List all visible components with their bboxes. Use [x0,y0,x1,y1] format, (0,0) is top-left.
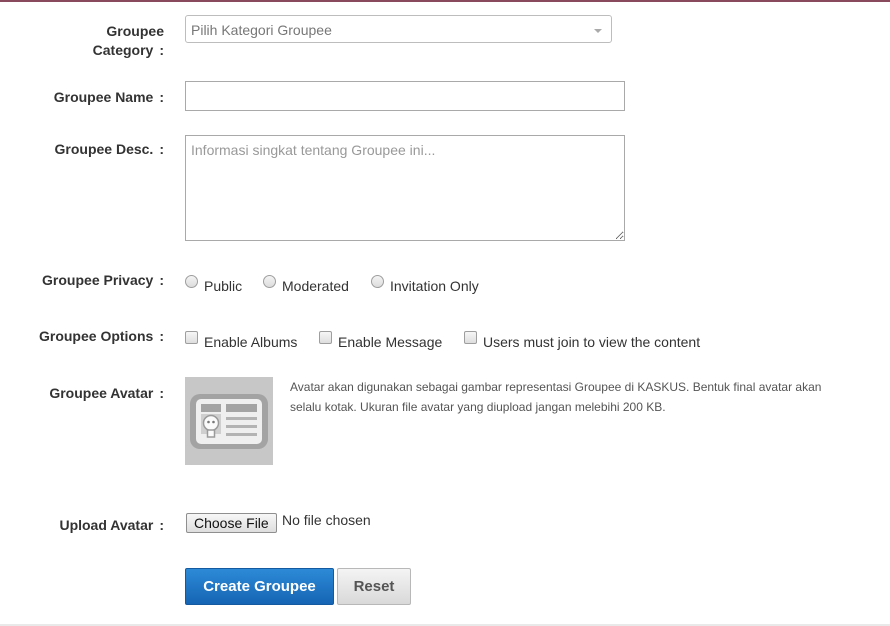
name-colon: : [159,89,164,105]
upload-colon: : [159,517,164,533]
option-label: Enable Albums [204,334,298,350]
privacy-label: Groupee Privacy: [42,271,164,290]
privacy-option-invitation-only[interactable]: Invitation Only [371,274,479,294]
category-label-line2: Category [92,42,154,58]
choose-file-button[interactable]: Choose File [186,513,277,533]
options-label-text: Groupee Options [38,328,154,344]
upload-label-text: Upload Avatar [59,517,154,533]
privacy-option-public[interactable]: Public [185,274,242,294]
privacy-option-moderated[interactable]: Moderated [263,274,349,294]
privacy-label-text: Groupee Privacy [42,272,154,288]
desc-colon: : [159,141,164,157]
file-status-text: No file chosen [282,512,371,528]
option-label: Enable Message [338,334,443,350]
groupee-desc-textarea[interactable] [185,135,625,241]
options-label: Groupee Options: [39,327,164,346]
avatar-preview [185,377,273,465]
privacy-colon: : [159,272,164,288]
avatar-colon: : [159,385,164,401]
desc-label: Groupee Desc.: [55,140,165,159]
checkbox[interactable] [464,331,477,344]
privacy-option-label: Public [204,278,243,294]
name-label: Groupee Name: [54,88,164,107]
chevron-down-icon [594,29,602,33]
id-card-icon [190,394,268,449]
avatar-description: Avatar akan digunakan sebagai gambar rep… [290,380,822,414]
option-label: Users must join to view the content [483,334,701,350]
category-label-line1: Groupee [106,23,164,39]
category-select[interactable]: Pilih Kategori Groupee [185,15,612,43]
category-label: Groupee Category: [93,22,164,60]
privacy-option-label: Moderated [282,278,349,294]
option-users-must-join[interactable]: Users must join to view the content [464,330,700,350]
checkbox[interactable] [319,331,332,344]
category-select-placeholder: Pilih Kategori Groupee [191,22,332,38]
option-enable-albums[interactable]: Enable Albums [185,330,297,350]
create-groupee-button[interactable]: Create Groupee [185,568,334,605]
groupee-name-input[interactable] [185,81,625,111]
reset-button[interactable]: Reset [337,568,411,605]
top-border [0,0,890,2]
avatar-label: Groupee Avatar: [49,384,164,403]
checkbox[interactable] [185,331,198,344]
upload-label: Upload Avatar: [59,516,164,535]
avatar-label-text: Groupee Avatar [49,385,154,401]
option-enable-message[interactable]: Enable Message [319,330,442,350]
privacy-option-label: Invitation Only [390,278,479,294]
desc-label-text: Groupee Desc. [54,141,154,157]
radio-button[interactable] [185,275,198,288]
radio-button[interactable] [371,275,384,288]
name-label-text: Groupee Name [53,89,154,105]
options-colon: : [159,328,164,344]
radio-button[interactable] [263,275,276,288]
category-colon: : [159,42,164,58]
